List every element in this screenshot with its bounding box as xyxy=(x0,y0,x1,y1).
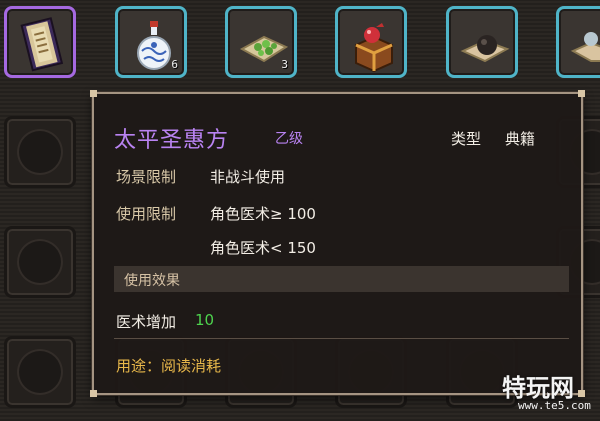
inventory-slot-empty[interactable] xyxy=(4,336,76,408)
inventory-slot-empty[interactable] xyxy=(4,116,76,188)
black-pill-icon xyxy=(460,35,510,63)
effect-value: 10 xyxy=(195,311,215,329)
tooltip-corner xyxy=(90,390,97,397)
slot-count: 3 xyxy=(281,58,288,71)
item-name: 太平圣惠方 xyxy=(114,128,230,153)
inventory-slot-vase[interactable]: 6 xyxy=(115,6,187,78)
inventory-slot-empty[interactable] xyxy=(4,226,76,298)
scene-limit-value: 非战斗使用 xyxy=(210,168,286,186)
inventory-slot-book[interactable] xyxy=(4,6,76,78)
divider xyxy=(114,338,569,339)
use-requirement-min: 角色医术≥ 100 xyxy=(210,205,316,223)
effect-section-title: 使用效果 xyxy=(124,273,180,289)
inventory-slot-box[interactable] xyxy=(335,6,407,78)
empty-slot-circle xyxy=(17,239,63,285)
empty-slot-circle xyxy=(17,349,63,395)
scene-limit-label: 场景限制 xyxy=(116,168,177,186)
game-screen: 6 3 太平圣惠方 乙级 类型 典籍 场景限制 非战斗使用 使用限制 角色医术≥… xyxy=(0,0,600,421)
partial-item-icon xyxy=(570,32,600,62)
slot-count: 6 xyxy=(171,58,178,71)
watermark-logo-text: 特玩网 xyxy=(502,374,574,402)
type-value: 典籍 xyxy=(505,130,536,148)
item-grade: 乙级 xyxy=(275,131,303,147)
tooltip-corner xyxy=(578,90,585,97)
item-tooltip: 太平圣惠方 乙级 类型 典籍 场景限制 非战斗使用 使用限制 角色医术≥ 100… xyxy=(90,90,585,397)
site-watermark: 特玩网 www.te5.com xyxy=(502,368,594,418)
effect-section-header: 使用效果 xyxy=(114,266,569,292)
item-usage: 用途：阅读消耗 xyxy=(116,357,222,375)
use-requirement-max: 角色医术< 150 xyxy=(210,239,316,257)
use-limit-label: 使用限制 xyxy=(116,205,177,223)
book-icon xyxy=(20,17,64,72)
treasure-box-icon xyxy=(355,23,393,73)
effect-label: 医术增加 xyxy=(116,313,177,331)
inventory-slot-herb[interactable]: 3 xyxy=(225,6,297,78)
inventory-slot-pill[interactable] xyxy=(446,6,518,78)
tooltip-corner xyxy=(90,90,97,97)
watermark-url: www.te5.com xyxy=(518,399,591,412)
inventory-slot-partial[interactable] xyxy=(556,6,600,78)
type-label: 类型 xyxy=(451,130,482,148)
empty-slot-circle xyxy=(17,129,63,175)
